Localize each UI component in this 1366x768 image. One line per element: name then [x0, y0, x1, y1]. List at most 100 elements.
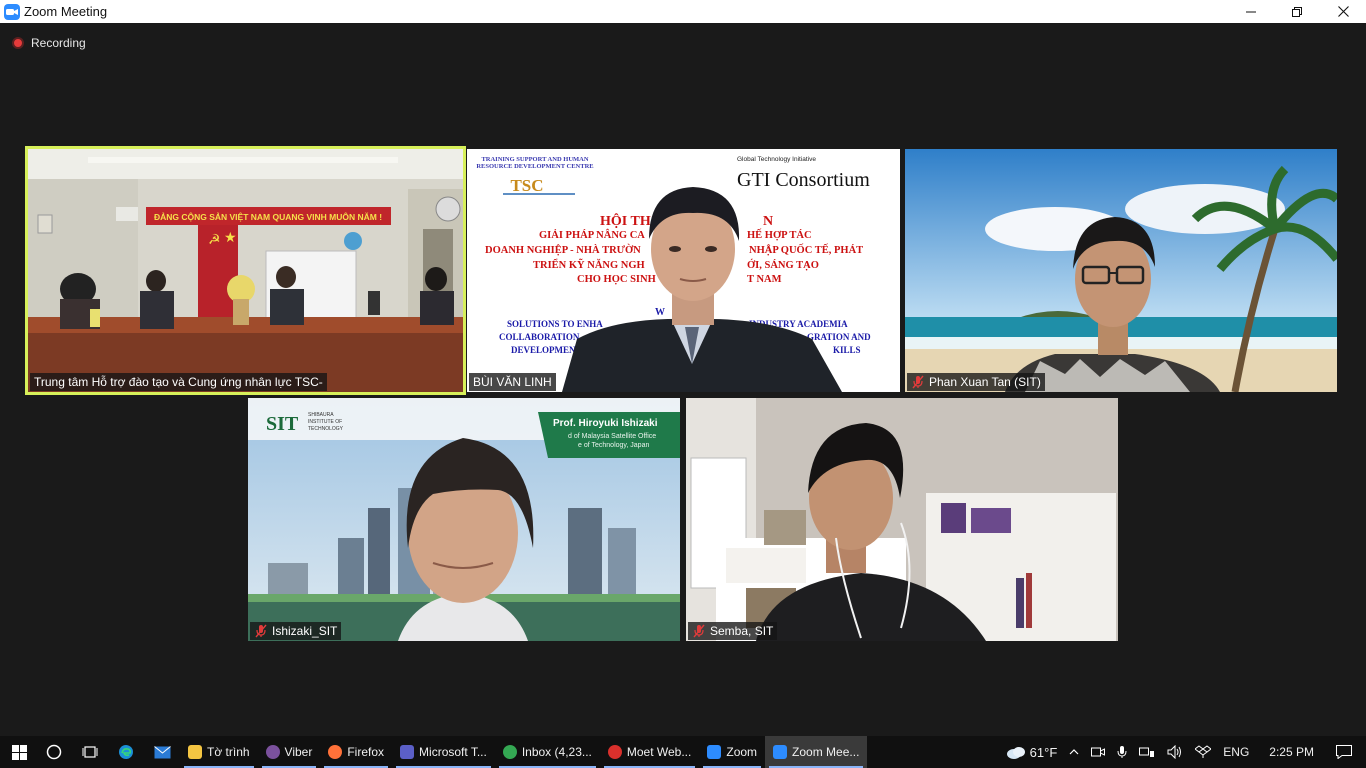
task-view-icon — [82, 746, 98, 758]
participant-nameplate: Semba, SIT — [688, 622, 778, 640]
svg-text:RESOURCE DEVELOPMENT CENTRE: RESOURCE DEVELOPMENT CENTRE — [476, 163, 593, 170]
participant-nameplate: Trung tâm Hỗ trợ đào tạo và Cung ứng nhâ… — [30, 373, 327, 391]
video-tile-tsc[interactable]: ĐẢNG CỘNG SẢN VIỆT NAM QUANG VINH MUÔN N… — [25, 146, 466, 395]
video-tile-semba[interactable]: Semba, SIT — [686, 398, 1118, 641]
start-button[interactable] — [2, 736, 36, 768]
speaker-icon — [1167, 745, 1182, 759]
window-titlebar: Zoom Meeting — [0, 0, 1366, 23]
volume-button[interactable] — [1167, 745, 1183, 759]
weather-widget[interactable]: 61°F — [1006, 744, 1058, 760]
video-tile-ishizaki[interactable]: SIT SHIBAURA INSTITUTE OF TECHNOLOGY Pro… — [248, 398, 680, 641]
taskbar-app-microsoft-teams[interactable]: Microsoft T... — [392, 736, 495, 768]
svg-text:SHIBAURA: SHIBAURA — [308, 412, 334, 418]
taskbar-app-zoom-meeting[interactable]: Zoom Mee... — [765, 736, 868, 768]
svg-text:GRATION AND: GRATION AND — [807, 332, 871, 342]
moet-web-icon — [607, 745, 622, 759]
restore-icon — [1292, 6, 1302, 17]
taskbar-app-label: Microsoft T... — [419, 745, 487, 759]
svg-text:GIẢI PHÁP NÂNG CA: GIẢI PHÁP NÂNG CA — [539, 229, 645, 241]
svg-text:TRIỂN KỸ NĂNG NGH: TRIỂN KỸ NĂNG NGH — [533, 258, 645, 271]
network-button[interactable] — [1139, 746, 1155, 758]
dropbox-button[interactable] — [1195, 745, 1212, 759]
viber-icon — [265, 745, 280, 759]
close-button[interactable] — [1320, 0, 1366, 23]
edge-button[interactable] — [108, 736, 144, 768]
svg-text:TECHNOLOGY: TECHNOLOGY — [308, 426, 344, 432]
taskbar-app-label: Moet Web... — [626, 745, 692, 759]
task-view-button[interactable] — [72, 736, 108, 768]
meet-now-button[interactable] — [1091, 746, 1106, 758]
participant-name: BÙI VĂN LINH — [473, 375, 552, 389]
svg-text:☭: ☭ — [208, 232, 221, 248]
taskbar-app-moet-web[interactable]: Moet Web... — [600, 736, 699, 768]
zoom-meeting-icon — [773, 745, 788, 759]
svg-text:HỘI TH: HỘI TH — [600, 212, 651, 229]
microphone-muted-icon — [693, 624, 705, 638]
taskbar-app-firefox[interactable]: Firefox — [320, 736, 392, 768]
recording-icon — [12, 37, 24, 49]
notification-icon — [1336, 745, 1352, 759]
dropbox-icon — [1195, 745, 1212, 758]
svg-text:DOANH NGHIỆP - NHÀ TRƯỜN: DOANH NGHIỆP - NHÀ TRƯỜN — [485, 243, 641, 256]
meeting-stage: Recording ĐẢNG CỘNG SẢN VIỆT NAM QUANG V… — [0, 23, 1366, 736]
conference-room-video: ĐẢNG CỘNG SẢN VIỆT NAM QUANG VINH MUÔN N… — [28, 149, 463, 392]
zoom-app-icon — [4, 3, 20, 20]
minimize-button[interactable] — [1228, 0, 1274, 23]
svg-text:HẾ HỢP TÁC: HẾ HỢP TÁC — [747, 228, 812, 241]
taskbar-app-label: Inbox (4,23... — [521, 745, 592, 759]
clock[interactable]: 2:25 PM — [1269, 745, 1314, 759]
recording-label: Recording — [31, 36, 86, 50]
shared-slide-video: TRAINING SUPPORT AND HUMAN RESOURCE DEVE… — [467, 149, 900, 392]
microphone-tray-button[interactable] — [1117, 745, 1127, 759]
teams-icon — [400, 745, 415, 759]
taskbar-app-label: Viber — [284, 745, 313, 759]
windows-logo-icon — [11, 744, 27, 760]
participant-nameplate: BÙI VĂN LINH — [469, 373, 556, 391]
taskbar-app-viber[interactable]: Viber — [258, 736, 321, 768]
chrome-icon — [502, 745, 517, 759]
firefox-icon — [328, 745, 343, 759]
participant-name: Trung tâm Hỗ trợ đào tạo và Cung ứng nhâ… — [34, 375, 323, 389]
tray-chevron-button[interactable] — [1069, 748, 1079, 756]
taskbar-app-label: Tờ trình — [207, 745, 250, 759]
svg-text:SOLUTIONS TO ENHA: SOLUTIONS TO ENHA — [507, 319, 603, 329]
beach-background-video — [905, 149, 1337, 392]
microphone-muted-icon — [255, 624, 267, 638]
participant-nameplate: Ishizaki_SIT — [250, 622, 342, 640]
taskbar-app-to-trinh[interactable]: Tờ trình — [180, 736, 258, 768]
chevron-up-icon — [1069, 749, 1079, 755]
taskbar-app-zoom[interactable]: Zoom — [699, 736, 765, 768]
search-button[interactable] — [36, 736, 72, 768]
search-circle-icon — [46, 744, 62, 760]
svg-text:W: W — [655, 307, 665, 318]
microphone-muted-icon — [912, 375, 924, 389]
taskbar-app-inbox[interactable]: Inbox (4,23... — [495, 736, 600, 768]
minimize-icon — [1246, 11, 1256, 12]
recording-indicator[interactable]: Recording — [12, 36, 86, 50]
taskbar-app-label: Zoom — [726, 745, 758, 759]
edge-browser-icon — [119, 745, 133, 759]
notifications-button[interactable] — [1336, 745, 1352, 759]
participant-name: Phan Xuan Tan (SIT) — [929, 375, 1041, 389]
city-background-video: SIT SHIBAURA INSTITUTE OF TECHNOLOGY Pro… — [248, 398, 680, 641]
svg-text:N: N — [763, 214, 773, 229]
network-icon — [1139, 747, 1155, 757]
mail-button[interactable] — [144, 736, 180, 768]
sit-logo: SIT — [266, 413, 299, 435]
participant-name: Ishizaki_SIT — [272, 624, 338, 638]
zoom-icon — [707, 745, 722, 759]
svg-text:d of Malaysia Satellite Office: d of Malaysia Satellite Office — [568, 433, 656, 440]
video-tile-bui-van-linh[interactable]: TRAINING SUPPORT AND HUMAN RESOURCE DEVE… — [467, 149, 900, 392]
video-tile-phan-xuan-tan[interactable]: Phan Xuan Tan (SIT) — [905, 149, 1337, 392]
participant-nameplate: Phan Xuan Tan (SIT) — [907, 373, 1045, 391]
svg-text:★: ★ — [224, 230, 237, 246]
folder-icon — [188, 745, 202, 759]
weather-temperature: 61°F — [1029, 744, 1058, 760]
input-language-button[interactable]: ENG — [1223, 745, 1249, 759]
cloud-icon — [1006, 747, 1025, 759]
windows-taskbar: Tờ trình Viber Firefox Microsoft T... In… — [0, 736, 1366, 768]
close-icon — [1337, 6, 1349, 17]
taskbar-app-label: Firefox — [347, 745, 385, 759]
restore-button[interactable] — [1274, 0, 1320, 23]
system-tray: 61°F ENG 2:25 PM — [1000, 736, 1366, 768]
